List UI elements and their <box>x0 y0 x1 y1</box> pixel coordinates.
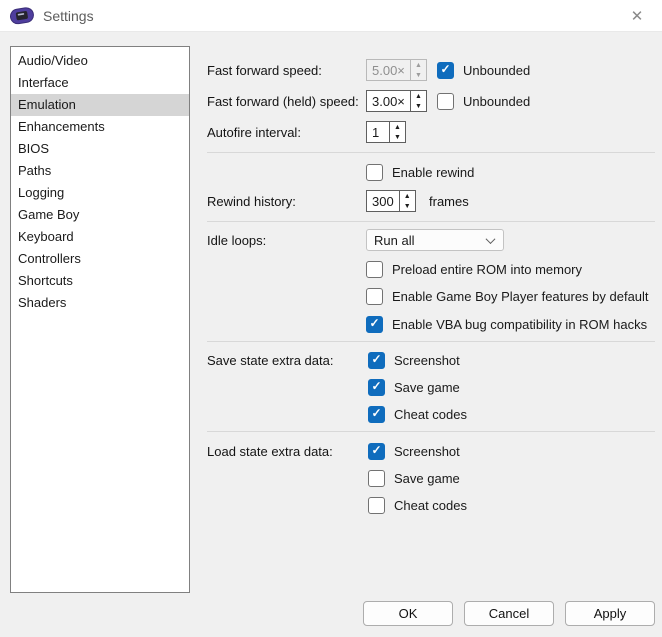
separator <box>207 221 655 222</box>
idle-loops-dropdown[interactable]: Run all <box>366 229 504 251</box>
spin-up-icon[interactable]: ▲ <box>411 91 426 101</box>
separator <box>207 431 655 432</box>
preload-rom-row: ✓ Preload entire ROM into memory <box>207 258 655 280</box>
sidebar-item-shortcuts[interactable]: Shortcuts <box>11 270 189 292</box>
spin-down-icon[interactable]: ▼ <box>411 101 426 111</box>
preload-rom-checkbox[interactable]: ✓ Preload entire ROM into memory <box>366 261 582 278</box>
cancel-button[interactable]: Cancel <box>464 601 554 626</box>
check-icon: ✓ <box>440 63 450 75</box>
apply-button[interactable]: Apply <box>565 601 655 626</box>
ok-button[interactable]: OK <box>363 601 453 626</box>
chevron-down-icon <box>486 234 496 244</box>
sidebar-item-shaders[interactable]: Shaders <box>11 292 189 314</box>
sidebar-item-interface[interactable]: Interface <box>11 72 189 94</box>
autofire-interval-value[interactable]: 1 <box>367 122 389 142</box>
autofire-interval-spinbox[interactable]: 1 ▲ ▼ <box>366 121 406 143</box>
sidebar-item-game-boy[interactable]: Game Boy <box>11 204 189 226</box>
vba-bug-compat-checkbox[interactable]: ✓ Enable VBA bug compatibility in ROM ha… <box>366 316 647 333</box>
mgba-logo-icon <box>10 6 34 26</box>
fast-forward-speed-label: Fast forward speed: <box>207 59 322 81</box>
check-icon: ✓ <box>369 317 379 329</box>
sidebar-item-controllers[interactable]: Controllers <box>11 248 189 270</box>
fast-forward-speed-row: Fast forward speed: 5.00× ▲ ▼ ✓ Unbounde… <box>207 59 655 81</box>
sidebar-item-audio-video[interactable]: Audio/Video <box>11 50 189 72</box>
sidebar-item-paths[interactable]: Paths <box>11 160 189 182</box>
fast-forward-held-speed-value[interactable]: 3.00× <box>367 91 410 111</box>
load-state-cheat-codes-checkbox[interactable]: ✓ Cheat codes <box>368 497 467 514</box>
fast-forward-held-speed-spinbox[interactable]: 3.00× ▲ ▼ <box>366 90 427 112</box>
load-state-extra-row: Load state extra data: ✓ Screenshot <box>207 440 655 462</box>
fast-forward-held-unbounded-checkbox[interactable]: ✓ Unbounded <box>437 93 530 110</box>
emulation-settings-form: Fast forward speed: 5.00× ▲ ▼ ✓ Unbounde… <box>207 46 655 576</box>
vba-bug-compat-row: ✓ Enable VBA bug compatibility in ROM ha… <box>207 313 655 335</box>
enable-rewind-checkbox[interactable]: ✓ Enable rewind <box>366 164 474 181</box>
load-state-save-game-checkbox[interactable]: ✓ Save game <box>368 470 460 487</box>
window-title: Settings <box>43 8 94 24</box>
spin-down-icon[interactable]: ▼ <box>400 201 415 211</box>
separator <box>207 341 655 342</box>
idle-loops-value: Run all <box>374 233 414 248</box>
spin-down-icon[interactable]: ▼ <box>411 70 426 80</box>
autofire-interval-row: Autofire interval: 1 ▲ ▼ <box>207 121 655 143</box>
separator <box>207 152 655 153</box>
check-icon: ✓ <box>371 444 381 456</box>
rewind-history-spinbox[interactable]: 300 ▲ ▼ <box>366 190 416 212</box>
sidebar-item-enhancements[interactable]: Enhancements <box>11 116 189 138</box>
fast-forward-unbounded-checkbox[interactable]: ✓ Unbounded <box>437 62 530 79</box>
close-icon: ✕ <box>631 7 644 25</box>
sidebar-item-logging[interactable]: Logging <box>11 182 189 204</box>
titlebar: Settings ✕ <box>0 0 662 32</box>
idle-loops-label: Idle loops: <box>207 229 266 251</box>
fast-forward-held-speed-row: Fast forward (held) speed: 3.00× ▲ ▼ ✓ U… <box>207 90 655 112</box>
rewind-history-suffix: frames <box>429 190 469 212</box>
sidebar-item-emulation[interactable]: Emulation <box>11 94 189 116</box>
fast-forward-held-speed-label: Fast forward (held) speed: <box>207 90 359 112</box>
save-state-screenshot-checkbox[interactable]: ✓ Screenshot <box>368 352 460 369</box>
autofire-interval-label: Autofire interval: <box>207 121 301 143</box>
load-state-save-game-row: ✓ Save game <box>207 467 655 489</box>
spin-up-icon[interactable]: ▲ <box>390 122 405 132</box>
settings-category-list: Audio/Video Interface Emulation Enhancem… <box>10 46 190 593</box>
load-state-screenshot-checkbox[interactable]: ✓ Screenshot <box>368 443 460 460</box>
save-state-cheat-codes-checkbox[interactable]: ✓ Cheat codes <box>368 406 467 423</box>
sidebar-item-bios[interactable]: BIOS <box>11 138 189 160</box>
fast-forward-speed-value[interactable]: 5.00× <box>367 60 410 80</box>
save-state-extra-label: Save state extra data: <box>207 349 333 371</box>
save-state-cheat-codes-row: ✓ Cheat codes <box>207 403 655 425</box>
save-state-extra-row: Save state extra data: ✓ Screenshot <box>207 349 655 371</box>
settings-dialog: Settings ✕ Audio/Video Interface Emulati… <box>0 0 662 637</box>
enable-rewind-row: ✓ Enable rewind <box>207 161 655 183</box>
load-state-extra-label: Load state extra data: <box>207 440 333 462</box>
gb-player-checkbox[interactable]: ✓ Enable Game Boy Player features by def… <box>366 288 649 305</box>
close-button[interactable]: ✕ <box>618 0 656 31</box>
save-state-save-game-row: ✓ Save game <box>207 376 655 398</box>
idle-loops-row: Idle loops: Run all <box>207 229 655 251</box>
sidebar-item-keyboard[interactable]: Keyboard <box>11 226 189 248</box>
spin-up-icon[interactable]: ▲ <box>400 191 415 201</box>
check-icon: ✓ <box>371 353 381 365</box>
spin-up-icon[interactable]: ▲ <box>411 60 426 70</box>
rewind-history-value[interactable]: 300 <box>367 191 399 211</box>
save-state-save-game-checkbox[interactable]: ✓ Save game <box>368 379 460 396</box>
check-icon: ✓ <box>371 407 381 419</box>
rewind-history-label: Rewind history: <box>207 190 296 212</box>
fast-forward-speed-spinbox[interactable]: 5.00× ▲ ▼ <box>366 59 427 81</box>
rewind-history-row: Rewind history: 300 ▲ ▼ frames <box>207 190 655 212</box>
load-state-cheat-codes-row: ✓ Cheat codes <box>207 494 655 516</box>
gb-player-row: ✓ Enable Game Boy Player features by def… <box>207 285 655 307</box>
spin-down-icon[interactable]: ▼ <box>390 132 405 142</box>
check-icon: ✓ <box>371 380 381 392</box>
